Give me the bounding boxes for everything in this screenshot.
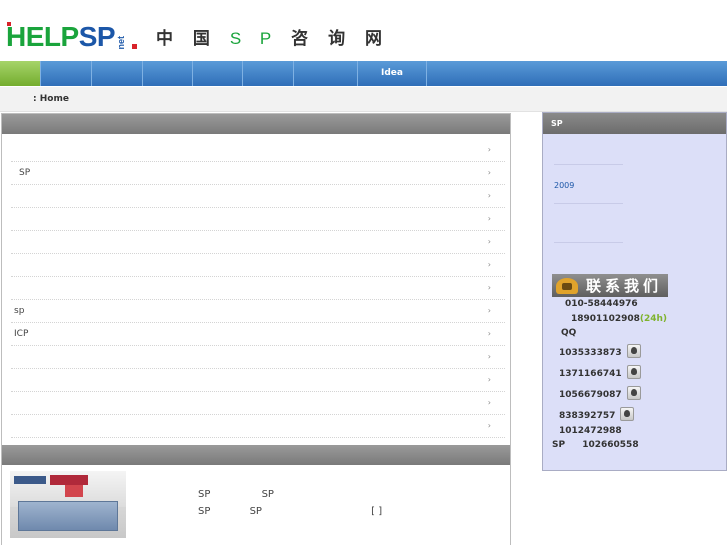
list-item[interactable]: SP › [11,162,505,185]
nav-item-2[interactable] [91,61,142,86]
arrow-right-icon: › [487,283,491,292]
more-link[interactable]: [ ] [371,503,382,520]
intro-line-2: SP SP [ ] [198,503,382,520]
nav-item-1[interactable] [40,61,91,86]
qq-extra-number: 1012472988 [559,426,622,436]
intro-text: SP [198,506,211,517]
list-item[interactable]: › [11,139,505,162]
list-item-text: ICP [14,329,29,339]
arrow-right-icon: › [487,398,491,407]
list-item-text: sp [14,306,25,316]
qq-chat-icon[interactable] [620,407,635,421]
sp-label: SP [552,440,566,450]
arrow-right-icon: › [487,214,491,223]
slogan-part-2: 咨 询 网 [291,29,390,49]
list-item[interactable]: › [11,346,505,369]
qq-chat-icon[interactable] [626,344,641,358]
qq-chat-icon[interactable] [626,386,641,400]
side-panel: SP 2009 联系我们 010-58444976 18901102908(24… [542,112,727,471]
list-item[interactable]: › [11,231,505,254]
slogan-sp: S P [229,29,279,48]
arrow-right-icon: › [487,191,491,200]
arrow-right-icon: › [487,421,491,430]
intro-panel-header [2,445,510,465]
list-item-text: SP [19,168,31,178]
arrow-right-icon: › [487,329,491,338]
nav-item-5[interactable] [242,61,293,86]
intro-text: SP [261,489,274,500]
logo-dot [7,22,11,26]
qq-number: 1035333873 [559,348,622,358]
qq-number: 1371166741 [559,369,622,379]
intro-line-1: SP SP [198,486,382,503]
qq-chat-icon[interactable] [626,365,641,379]
contact-us-banner: 联系我们 [552,274,668,297]
list-item[interactable]: › [11,185,505,208]
qq-contact[interactable]: 1056679087 [559,386,641,400]
office-photo-desk [18,501,118,531]
nav-item-6[interactable] [293,61,357,86]
phone-2-suffix: (24h) [639,314,668,324]
main-nav: Idea [0,61,727,86]
arrow-right-icon: › [487,375,491,384]
contact-us-label: 联系我们 [586,277,663,295]
list-item[interactable]: › [11,277,505,300]
main-panel: › SP › › › › › › sp › ICP › › › › › SP SP S… [1,113,511,545]
nav-item-3[interactable] [142,61,192,86]
qq-label: QQ [561,328,577,338]
logo-net-text: net [116,35,127,50]
main-panel-header [2,114,510,134]
slogan-part-1: 中 国 [156,29,217,49]
qq-contact[interactable]: 1035333873 [559,344,641,358]
logo-help-text: HELP [6,21,79,52]
office-photo-board-2 [65,485,83,497]
phone-1: 010-58444976 [565,299,638,309]
list-item[interactable]: ICP › [11,323,505,346]
site-logo[interactable]: HELP SP net [6,18,137,52]
arrow-right-icon: › [487,260,491,269]
arrow-right-icon: › [487,145,491,154]
qq-contact[interactable]: 1371166741 [559,365,641,379]
side-panel-header: SP [543,113,726,134]
nav-item-8[interactable] [426,61,727,86]
office-photo[interactable] [10,471,126,538]
office-photo-board [50,475,88,485]
telephone-icon [556,277,578,294]
logo-net-dot [132,44,137,49]
phone-2-number: 18901102908 [571,314,640,324]
list-item[interactable]: › [11,415,505,438]
list-item[interactable]: › [11,392,505,415]
arrow-right-icon: › [487,168,491,177]
side-divider [554,242,623,243]
arrow-right-icon: › [487,352,491,361]
list-item[interactable]: › [11,254,505,277]
nav-item-idea[interactable]: Idea [357,61,426,86]
company-intro: SP SP SP SP [ ] [198,486,382,520]
sp-contact: SP 102660558 [552,440,639,450]
qq-number: 838392757 [559,411,616,421]
side-divider [554,164,623,165]
sp-number: 102660558 [582,440,639,450]
intro-text: SP [249,506,262,517]
office-photo-sign [14,476,46,484]
qq-number: 1056679087 [559,390,622,400]
nav-item-home[interactable] [0,61,40,86]
qq-contact[interactable]: 838392757 [559,407,635,421]
side-divider [554,203,623,204]
logo-sp-text: SP [78,21,116,52]
phone-2: 18901102908(24h) [571,314,667,324]
site-slogan: 中 国 S P 咨 询 网 [156,24,389,49]
arrow-right-icon: › [487,306,491,315]
breadcrumb: : Home [0,87,727,112]
nav-item-4[interactable] [192,61,242,86]
article-list: › SP › › › › › › sp › ICP › › › › › [11,139,505,438]
arrow-right-icon: › [487,237,491,246]
list-item[interactable]: sp › [11,300,505,323]
list-item[interactable]: › [11,369,505,392]
list-item[interactable]: › [11,208,505,231]
side-year-link[interactable]: 2009 [554,181,574,190]
intro-text: SP [198,489,211,500]
